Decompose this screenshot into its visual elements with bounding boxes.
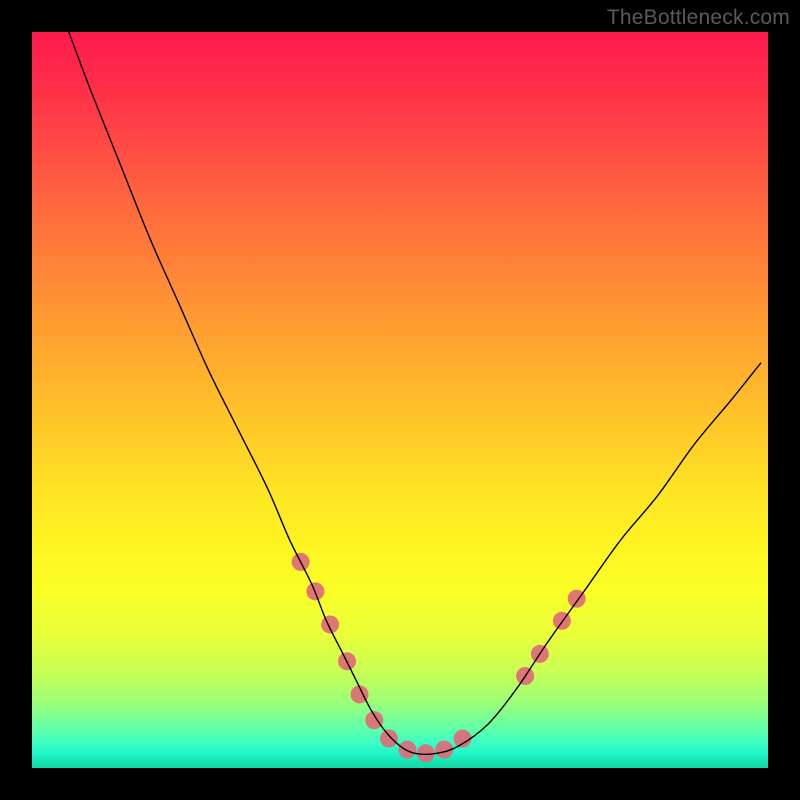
marker-point	[398, 741, 416, 759]
marker-point	[321, 615, 339, 633]
curve-line	[69, 32, 761, 754]
watermark-text: TheBottleneck.com	[607, 6, 790, 30]
marker-point	[365, 711, 383, 729]
plot-area	[32, 32, 768, 768]
markers-group	[292, 553, 586, 762]
marker-point	[380, 730, 398, 748]
marker-point	[454, 730, 472, 748]
chart-overlay	[32, 32, 768, 768]
chart-frame: TheBottleneck.com	[0, 0, 800, 800]
